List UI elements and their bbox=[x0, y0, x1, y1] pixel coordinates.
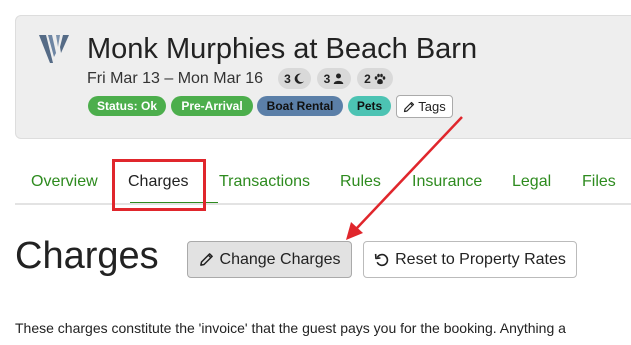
guests-count: 3 bbox=[323, 71, 331, 86]
company-logo bbox=[39, 35, 69, 63]
charges-description: These charges constitute the 'invoice' t… bbox=[15, 320, 566, 336]
pencil-icon bbox=[199, 253, 213, 266]
annotation-highlight-box bbox=[112, 159, 206, 211]
booking-tabs: Overview Charges Transactions Rules Insu… bbox=[15, 160, 631, 206]
status-badge: Status: Ok bbox=[88, 96, 166, 116]
pencil-icon bbox=[404, 101, 415, 112]
reset-to-property-rates-button[interactable]: Reset to Property Rates bbox=[363, 241, 577, 278]
tab-rules[interactable]: Rules bbox=[340, 173, 381, 191]
nights-count: 3 bbox=[284, 71, 291, 86]
reset-button-label: Reset to Property Rates bbox=[395, 250, 566, 268]
tab-transactions[interactable]: Transactions bbox=[219, 173, 310, 191]
moon-icon bbox=[294, 73, 304, 84]
section-title: Charges bbox=[15, 235, 159, 277]
booking-dates: Fri Mar 13 – Mon Mar 16 bbox=[87, 70, 264, 87]
pets-badge: Pets bbox=[348, 96, 391, 116]
person-icon bbox=[334, 73, 344, 84]
undo-icon bbox=[374, 253, 389, 267]
pre-arrival-badge: Pre-Arrival bbox=[171, 96, 253, 116]
paw-icon bbox=[374, 73, 386, 84]
tab-files[interactable]: Files bbox=[582, 173, 616, 191]
nights-count-pill: 3 bbox=[278, 68, 311, 89]
boat-rental-badge: Boat Rental bbox=[257, 96, 343, 116]
guests-count-pill: 3 bbox=[317, 68, 351, 89]
change-charges-button[interactable]: Change Charges bbox=[187, 241, 352, 278]
tags-button-label: Tags bbox=[418, 99, 446, 114]
tab-overview[interactable]: Overview bbox=[31, 173, 98, 191]
tags-button[interactable]: Tags bbox=[396, 95, 453, 118]
change-charges-label: Change Charges bbox=[219, 250, 341, 268]
pets-count-pill: 2 bbox=[357, 68, 393, 89]
tab-legal[interactable]: Legal bbox=[512, 173, 551, 191]
tab-insurance[interactable]: Insurance bbox=[412, 173, 482, 191]
booking-title: Monk Murphies at Beach Barn bbox=[87, 33, 478, 65]
pets-count: 2 bbox=[364, 71, 371, 86]
tabs-divider bbox=[15, 203, 631, 205]
